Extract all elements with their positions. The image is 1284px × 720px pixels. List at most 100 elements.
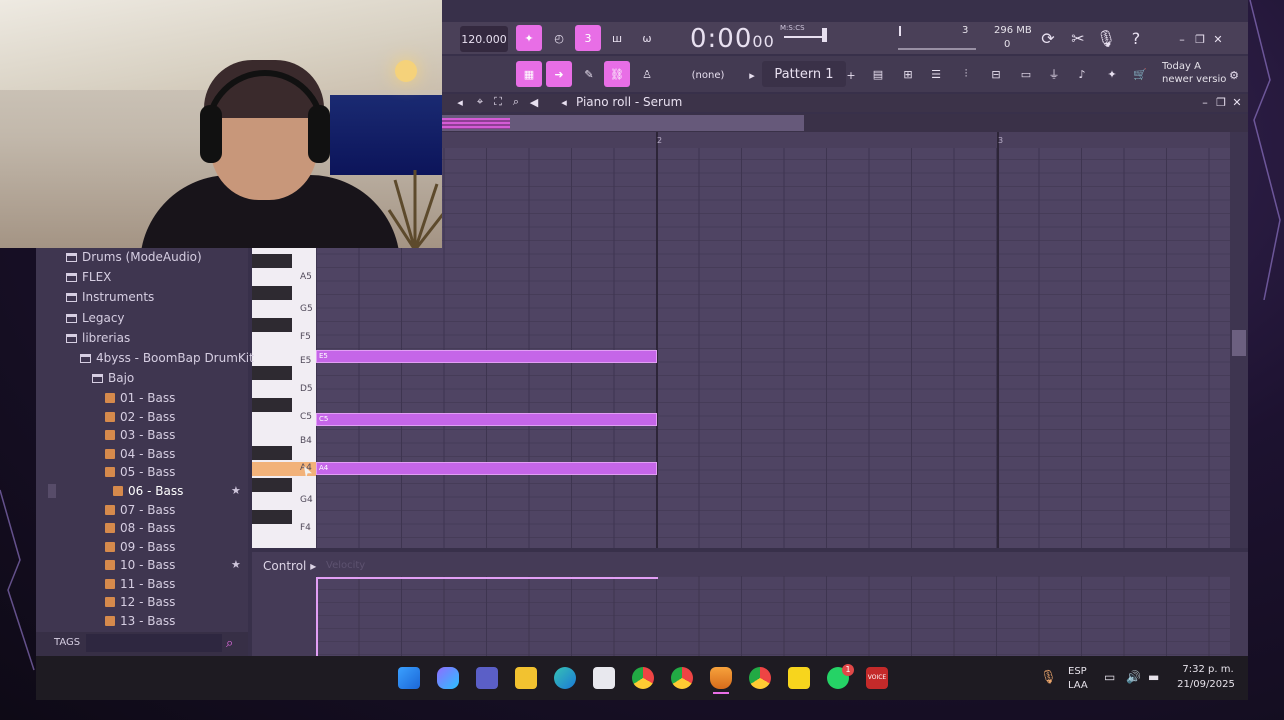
start-button-icon[interactable] (398, 667, 420, 689)
arrow-icon[interactable]: ➜ (546, 61, 572, 87)
piano-roll-icon[interactable]: ▦ (516, 61, 542, 87)
browser-folder[interactable]: Bajo (92, 371, 134, 385)
volume-tray-icon[interactable]: 🔊 (1126, 670, 1141, 684)
browser-icon[interactable]: ⊟ (984, 61, 1008, 87)
browser-file[interactable]: 01 - Bass (105, 391, 175, 405)
file-explorer-icon[interactable] (515, 667, 537, 689)
browser-folder[interactable]: librerias (66, 331, 130, 345)
search-icon[interactable]: ⌕ (226, 636, 233, 651)
browser-file[interactable]: 12 - Bass (105, 595, 175, 609)
playlist-icon[interactable]: ▤ (866, 61, 890, 87)
browser-folder[interactable]: 4byss - BoomBap DrumKit (80, 351, 254, 365)
pattern-prev-icon[interactable]: ▸ (744, 62, 760, 88)
tags-search-input[interactable] (86, 634, 222, 652)
project-icon[interactable]: ▭ (1014, 61, 1038, 87)
options-arrow-icon[interactable]: ◂ (556, 93, 572, 111)
news-settings-icon[interactable]: ⚙ (1226, 62, 1242, 88)
help-icon[interactable]: ? (1124, 25, 1148, 51)
pr-minimize-icon[interactable]: – (1198, 93, 1212, 111)
note-a4[interactable]: A4 (316, 462, 657, 475)
browser-file[interactable]: 09 - Bass (105, 540, 175, 554)
voicemod-icon[interactable]: VOICE (866, 667, 888, 689)
link-icon[interactable]: ⛓ (604, 61, 630, 87)
note-c5[interactable]: C5 (316, 413, 657, 426)
browser-folder[interactable]: Drums (ModeAudio) (66, 250, 202, 264)
display-tray-icon[interactable]: ▭ (1104, 670, 1115, 684)
stamp-icon[interactable]: ♙ (634, 61, 660, 87)
playback-icon[interactable]: ◀ (526, 93, 542, 111)
metronome-icon[interactable]: ✦ (516, 25, 542, 51)
battery-tray-icon[interactable]: ▬ (1148, 670, 1159, 684)
step-edit-icon[interactable]: ш (604, 25, 630, 51)
chrome-profile-icon[interactable] (671, 667, 693, 689)
close-icon[interactable]: ✕ (1210, 26, 1226, 52)
snap-selector[interactable]: (none) (678, 62, 738, 88)
language-indicator[interactable]: ESP (1068, 666, 1087, 677)
song-time-display[interactable]: 0:0000 (690, 24, 774, 54)
browser-file-selected[interactable]: 06 - Bass (113, 484, 183, 498)
black-key[interactable] (252, 446, 292, 460)
note-grid[interactable] (316, 132, 1230, 548)
zoom-icon[interactable]: ⌕ (508, 93, 524, 111)
black-key[interactable] (252, 510, 292, 524)
copilot-icon[interactable] (437, 667, 459, 689)
browser-file[interactable]: 03 - Bass (105, 428, 175, 442)
browser-file[interactable]: 13 - Bass (105, 614, 175, 628)
undo-history-icon[interactable]: ⟳ (1036, 25, 1060, 51)
clock-date[interactable]: 21/09/2025 (1176, 679, 1236, 690)
tempo-tapper-icon[interactable]: ♪ (1070, 61, 1094, 87)
control-selector[interactable]: Control ▸ (263, 559, 316, 573)
pr-close-icon[interactable]: ✕ (1230, 93, 1244, 111)
cut-tool-icon[interactable]: ✂ (1066, 25, 1090, 51)
restore-icon[interactable]: ❐ (1192, 26, 1208, 52)
performance-icon[interactable]: ✦ (1100, 61, 1124, 87)
teams-icon[interactable] (476, 667, 498, 689)
clock-time[interactable]: 7:32 p. m. (1180, 664, 1236, 675)
pencil-icon[interactable]: ✎ (576, 61, 602, 87)
channel-rack-icon[interactable]: ⊞ (896, 61, 920, 87)
browser-file[interactable]: 10 - Bass (105, 558, 175, 572)
favorite-star-icon[interactable]: ★ (231, 484, 241, 497)
browser-folder[interactable]: FLEX (66, 270, 111, 284)
fl-studio-icon[interactable] (710, 667, 732, 689)
master-volume-slider[interactable] (784, 36, 826, 38)
browser-folder[interactable]: Instruments (66, 290, 154, 304)
chrome-icon[interactable] (632, 667, 654, 689)
black-key[interactable] (252, 478, 292, 492)
timeline-ruler[interactable] (442, 132, 1230, 148)
wait-input-icon[interactable]: ◴ (546, 25, 572, 51)
news-title[interactable]: Today A (1162, 61, 1201, 72)
news-text[interactable]: newer versio (1162, 74, 1226, 85)
master-volume-knob[interactable] (822, 28, 827, 42)
plugin-icon[interactable]: ⏚ (1042, 61, 1066, 87)
magnet-icon[interactable]: ⌖ (472, 93, 488, 111)
velocity-level[interactable] (318, 577, 658, 579)
browser-file[interactable]: 08 - Bass (105, 521, 175, 535)
select-icon[interactable]: ⛶ (490, 93, 506, 111)
vertical-scroll-thumb[interactable] (1232, 330, 1246, 356)
browser-file[interactable]: 05 - Bass (105, 465, 175, 479)
edge-icon[interactable] (554, 667, 576, 689)
black-key[interactable] (252, 318, 292, 332)
microphone-tray-icon[interactable]: 🎙 (1040, 670, 1057, 685)
browser-scroll-marker[interactable] (48, 484, 56, 498)
pattern-selector[interactable]: Pattern 1 (762, 61, 846, 87)
tempo-display[interactable]: 120.000 (460, 26, 508, 52)
browser-folder[interactable]: Legacy (66, 311, 125, 325)
velocity-grid[interactable] (316, 576, 1230, 656)
pr-maximize-icon[interactable]: ❐ (1214, 93, 1228, 111)
browser-file[interactable]: 07 - Bass (105, 503, 175, 517)
sticky-notes-icon[interactable] (788, 667, 810, 689)
black-key[interactable] (252, 366, 292, 380)
shop-icon[interactable]: 🛒 (1128, 61, 1152, 87)
blend-notes-icon[interactable]: ω (634, 25, 660, 51)
mixer-icon[interactable]: ⫶ (954, 61, 978, 87)
speaker-mute-icon[interactable]: ◂ (452, 93, 468, 111)
browser-file[interactable]: 02 - Bass (105, 410, 175, 424)
minimize-icon[interactable]: – (1174, 26, 1190, 52)
note-e5[interactable]: E5 (316, 350, 657, 363)
browser-file[interactable]: 04 - Bass (105, 447, 175, 461)
browser-file[interactable]: 11 - Bass (105, 577, 175, 591)
black-key[interactable] (252, 398, 292, 412)
chrome-alt-icon[interactable] (749, 667, 771, 689)
